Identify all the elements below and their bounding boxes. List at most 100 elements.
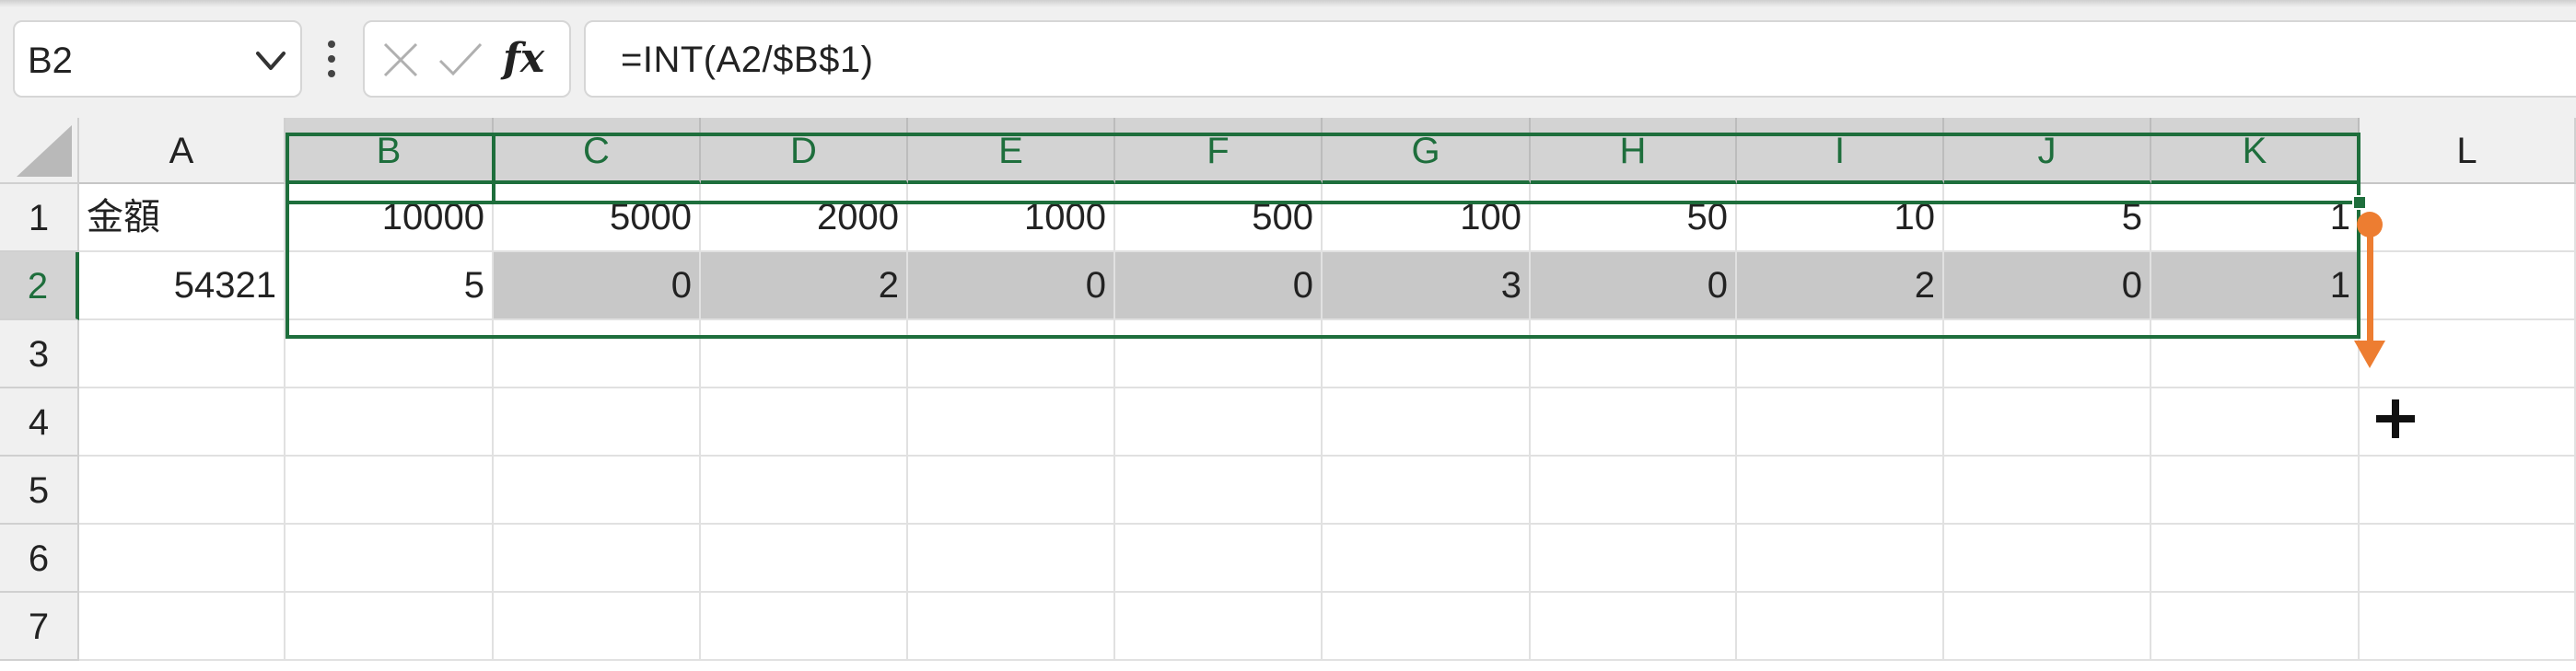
cell-j6[interactable] [1944, 525, 2151, 593]
cell-k4[interactable] [2151, 388, 2360, 457]
cell-f2[interactable]: 0 [1115, 252, 1323, 320]
cell-c7[interactable] [494, 593, 701, 661]
select-all-corner[interactable] [0, 118, 79, 184]
column-header-f[interactable]: F [1115, 118, 1323, 184]
column-header-g[interactable]: G [1323, 118, 1531, 184]
cell-j3[interactable] [1944, 320, 2151, 388]
cell-c3[interactable] [494, 320, 701, 388]
cell-d3[interactable] [701, 320, 908, 388]
cell-j7[interactable] [1944, 593, 2151, 661]
cell-h1[interactable]: 50 [1531, 184, 1737, 252]
cell-i2[interactable]: 2 [1737, 252, 1944, 320]
cell-b7[interactable] [286, 593, 494, 661]
column-header-l[interactable]: L [2360, 118, 2576, 184]
cell-d4[interactable] [701, 388, 908, 457]
cell-j4[interactable] [1944, 388, 2151, 457]
cell-k6[interactable] [2151, 525, 2360, 593]
cell-l7[interactable] [2360, 593, 2576, 661]
cell-i5[interactable] [1737, 457, 1944, 525]
cell-b6[interactable] [286, 525, 494, 593]
cell-e5[interactable] [908, 457, 1115, 525]
column-header-k[interactable]: K [2151, 118, 2360, 184]
row-header-7[interactable]: 7 [0, 593, 79, 661]
cell-g1[interactable]: 100 [1323, 184, 1531, 252]
cell-a5[interactable] [79, 457, 286, 525]
cell-k1[interactable]: 1 [2151, 184, 2360, 252]
row-header-4[interactable]: 4 [0, 388, 79, 457]
cell-e4[interactable] [908, 388, 1115, 457]
row-header-6[interactable]: 6 [0, 525, 79, 593]
cell-f3[interactable] [1115, 320, 1323, 388]
cell-a2[interactable]: 54321 [79, 252, 286, 320]
cell-i1[interactable]: 10 [1737, 184, 1944, 252]
fx-icon[interactable]: fx [503, 31, 544, 87]
cell-d7[interactable] [701, 593, 908, 661]
cell-c6[interactable] [494, 525, 701, 593]
cell-i6[interactable] [1737, 525, 1944, 593]
fill-handle[interactable] [2352, 195, 2367, 210]
cell-f1[interactable]: 500 [1115, 184, 1323, 252]
cell-d2[interactable]: 2 [701, 252, 908, 320]
column-header-b[interactable]: B [286, 118, 494, 184]
cell-k3[interactable] [2151, 320, 2360, 388]
row-header-2[interactable]: 2 [0, 252, 79, 320]
column-header-i[interactable]: I [1737, 118, 1944, 184]
cell-g6[interactable] [1323, 525, 1531, 593]
cell-g3[interactable] [1323, 320, 1531, 388]
cell-e7[interactable] [908, 593, 1115, 661]
cell-j1[interactable]: 5 [1944, 184, 2151, 252]
cell-h5[interactable] [1531, 457, 1737, 525]
cell-c5[interactable] [494, 457, 701, 525]
cell-k5[interactable] [2151, 457, 2360, 525]
cell-j2[interactable]: 0 [1944, 252, 2151, 320]
cell-l6[interactable] [2360, 525, 2576, 593]
cell-a4[interactable] [79, 388, 286, 457]
cell-f7[interactable] [1115, 593, 1323, 661]
cell-k2[interactable]: 1 [2151, 252, 2360, 320]
cell-f6[interactable] [1115, 525, 1323, 593]
cell-g2[interactable]: 3 [1323, 252, 1531, 320]
cell-a7[interactable] [79, 593, 286, 661]
cell-f4[interactable] [1115, 388, 1323, 457]
cancel-icon[interactable] [381, 40, 420, 79]
column-header-j[interactable]: J [1944, 118, 2151, 184]
cell-i4[interactable] [1737, 388, 1944, 457]
cell-k7[interactable] [2151, 593, 2360, 661]
cell-g4[interactable] [1323, 388, 1531, 457]
formula-input[interactable]: =INT(A2/$B$1) [584, 20, 2576, 98]
cell-j5[interactable] [1944, 457, 2151, 525]
cell-d6[interactable] [701, 525, 908, 593]
cell-c4[interactable] [494, 388, 701, 457]
cell-a1[interactable]: 金額 [79, 184, 286, 252]
cell-c1[interactable]: 5000 [494, 184, 701, 252]
cell-a6[interactable] [79, 525, 286, 593]
more-vertical-icon[interactable] [324, 37, 339, 81]
cell-e2[interactable]: 0 [908, 252, 1115, 320]
column-header-c[interactable]: C [494, 118, 701, 184]
cell-c2[interactable]: 0 [494, 252, 701, 320]
cell-b4[interactable] [286, 388, 494, 457]
cell-g5[interactable] [1323, 457, 1531, 525]
cell-b3[interactable] [286, 320, 494, 388]
column-header-h[interactable]: H [1531, 118, 1737, 184]
cell-b5[interactable] [286, 457, 494, 525]
cell-e3[interactable] [908, 320, 1115, 388]
cell-g7[interactable] [1323, 593, 1531, 661]
name-box[interactable]: B2 [13, 20, 302, 98]
cell-h6[interactable] [1531, 525, 1737, 593]
cell-e6[interactable] [908, 525, 1115, 593]
cell-i3[interactable] [1737, 320, 1944, 388]
cell-d1[interactable]: 2000 [701, 184, 908, 252]
enter-icon[interactable] [437, 40, 484, 79]
cell-h4[interactable] [1531, 388, 1737, 457]
cell-h2[interactable]: 0 [1531, 252, 1737, 320]
cell-d5[interactable] [701, 457, 908, 525]
column-header-a[interactable]: A [79, 118, 286, 184]
cell-h7[interactable] [1531, 593, 1737, 661]
cell-b2[interactable]: 5 [286, 252, 494, 320]
cell-f5[interactable] [1115, 457, 1323, 525]
cell-e1[interactable]: 1000 [908, 184, 1115, 252]
chevron-down-icon[interactable] [252, 44, 289, 77]
cell-l5[interactable] [2360, 457, 2576, 525]
row-header-5[interactable]: 5 [0, 457, 79, 525]
